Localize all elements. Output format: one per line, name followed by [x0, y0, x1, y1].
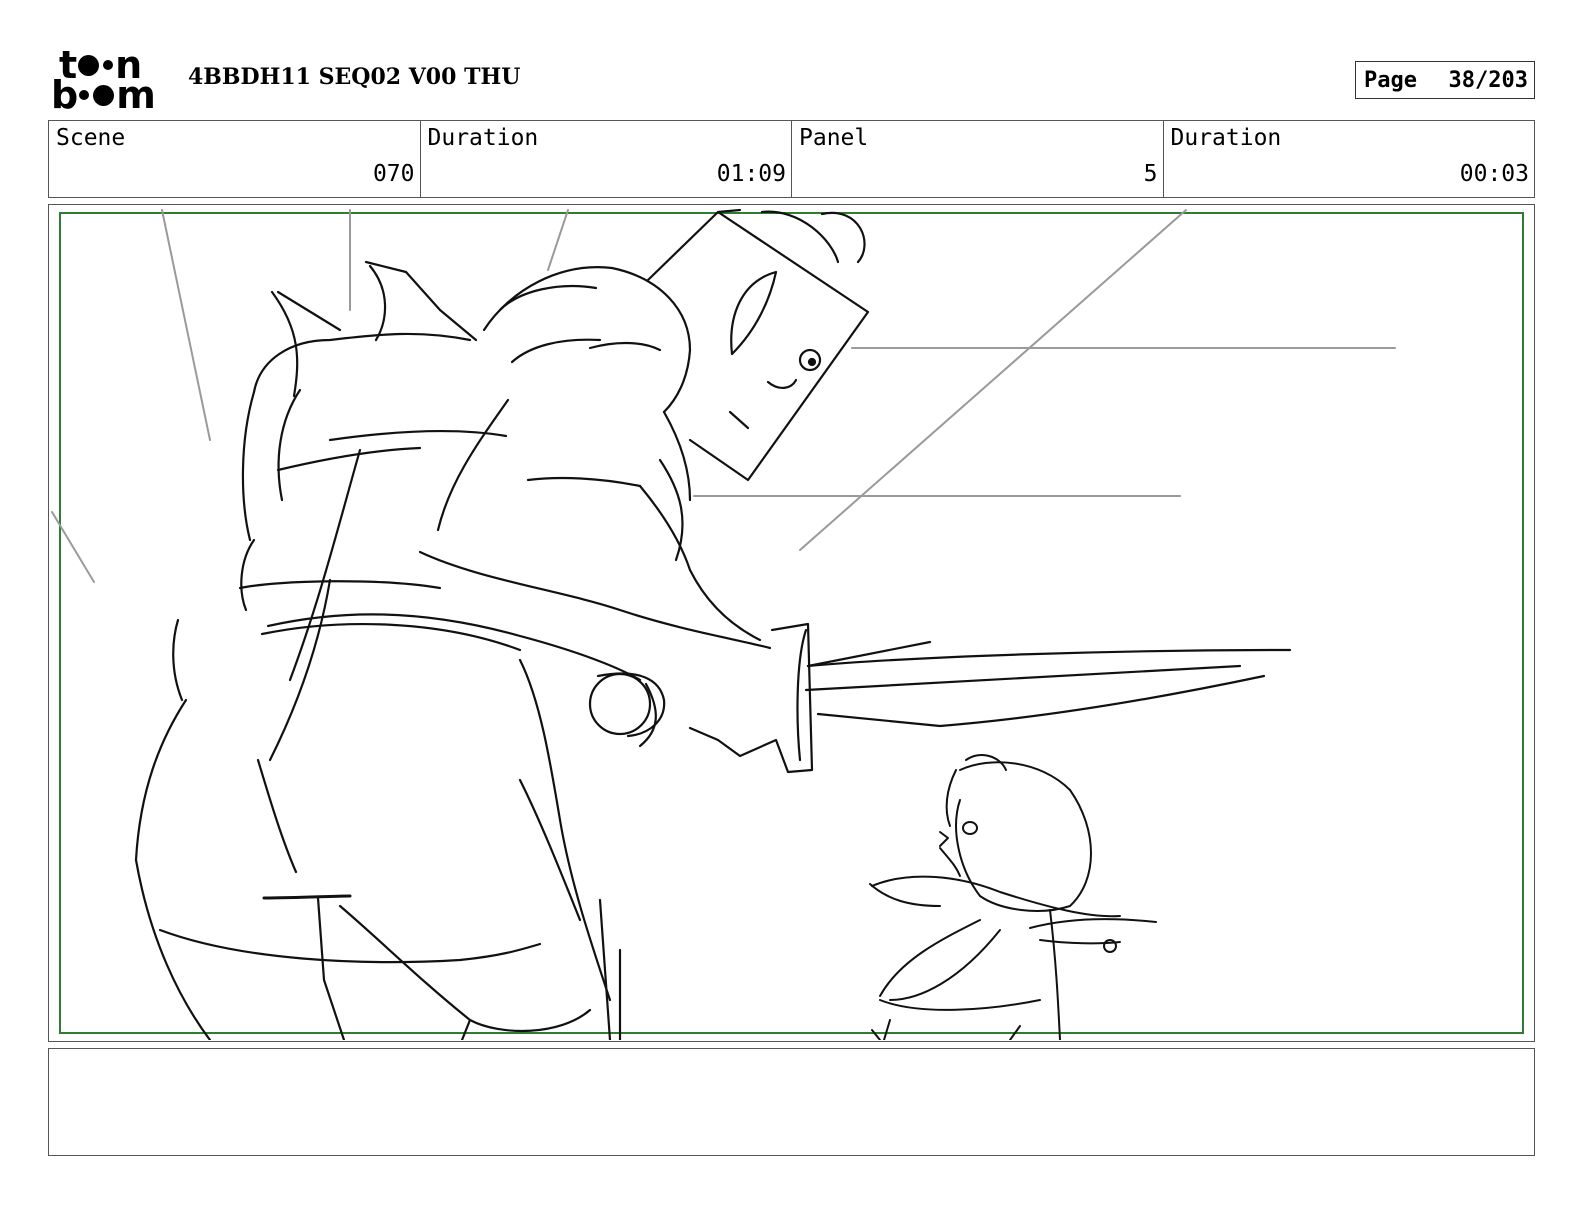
storyboard-sketch [51, 208, 1396, 1040]
small-character-sketch [869, 754, 1157, 1040]
panel-notes-box [48, 1048, 1535, 1156]
